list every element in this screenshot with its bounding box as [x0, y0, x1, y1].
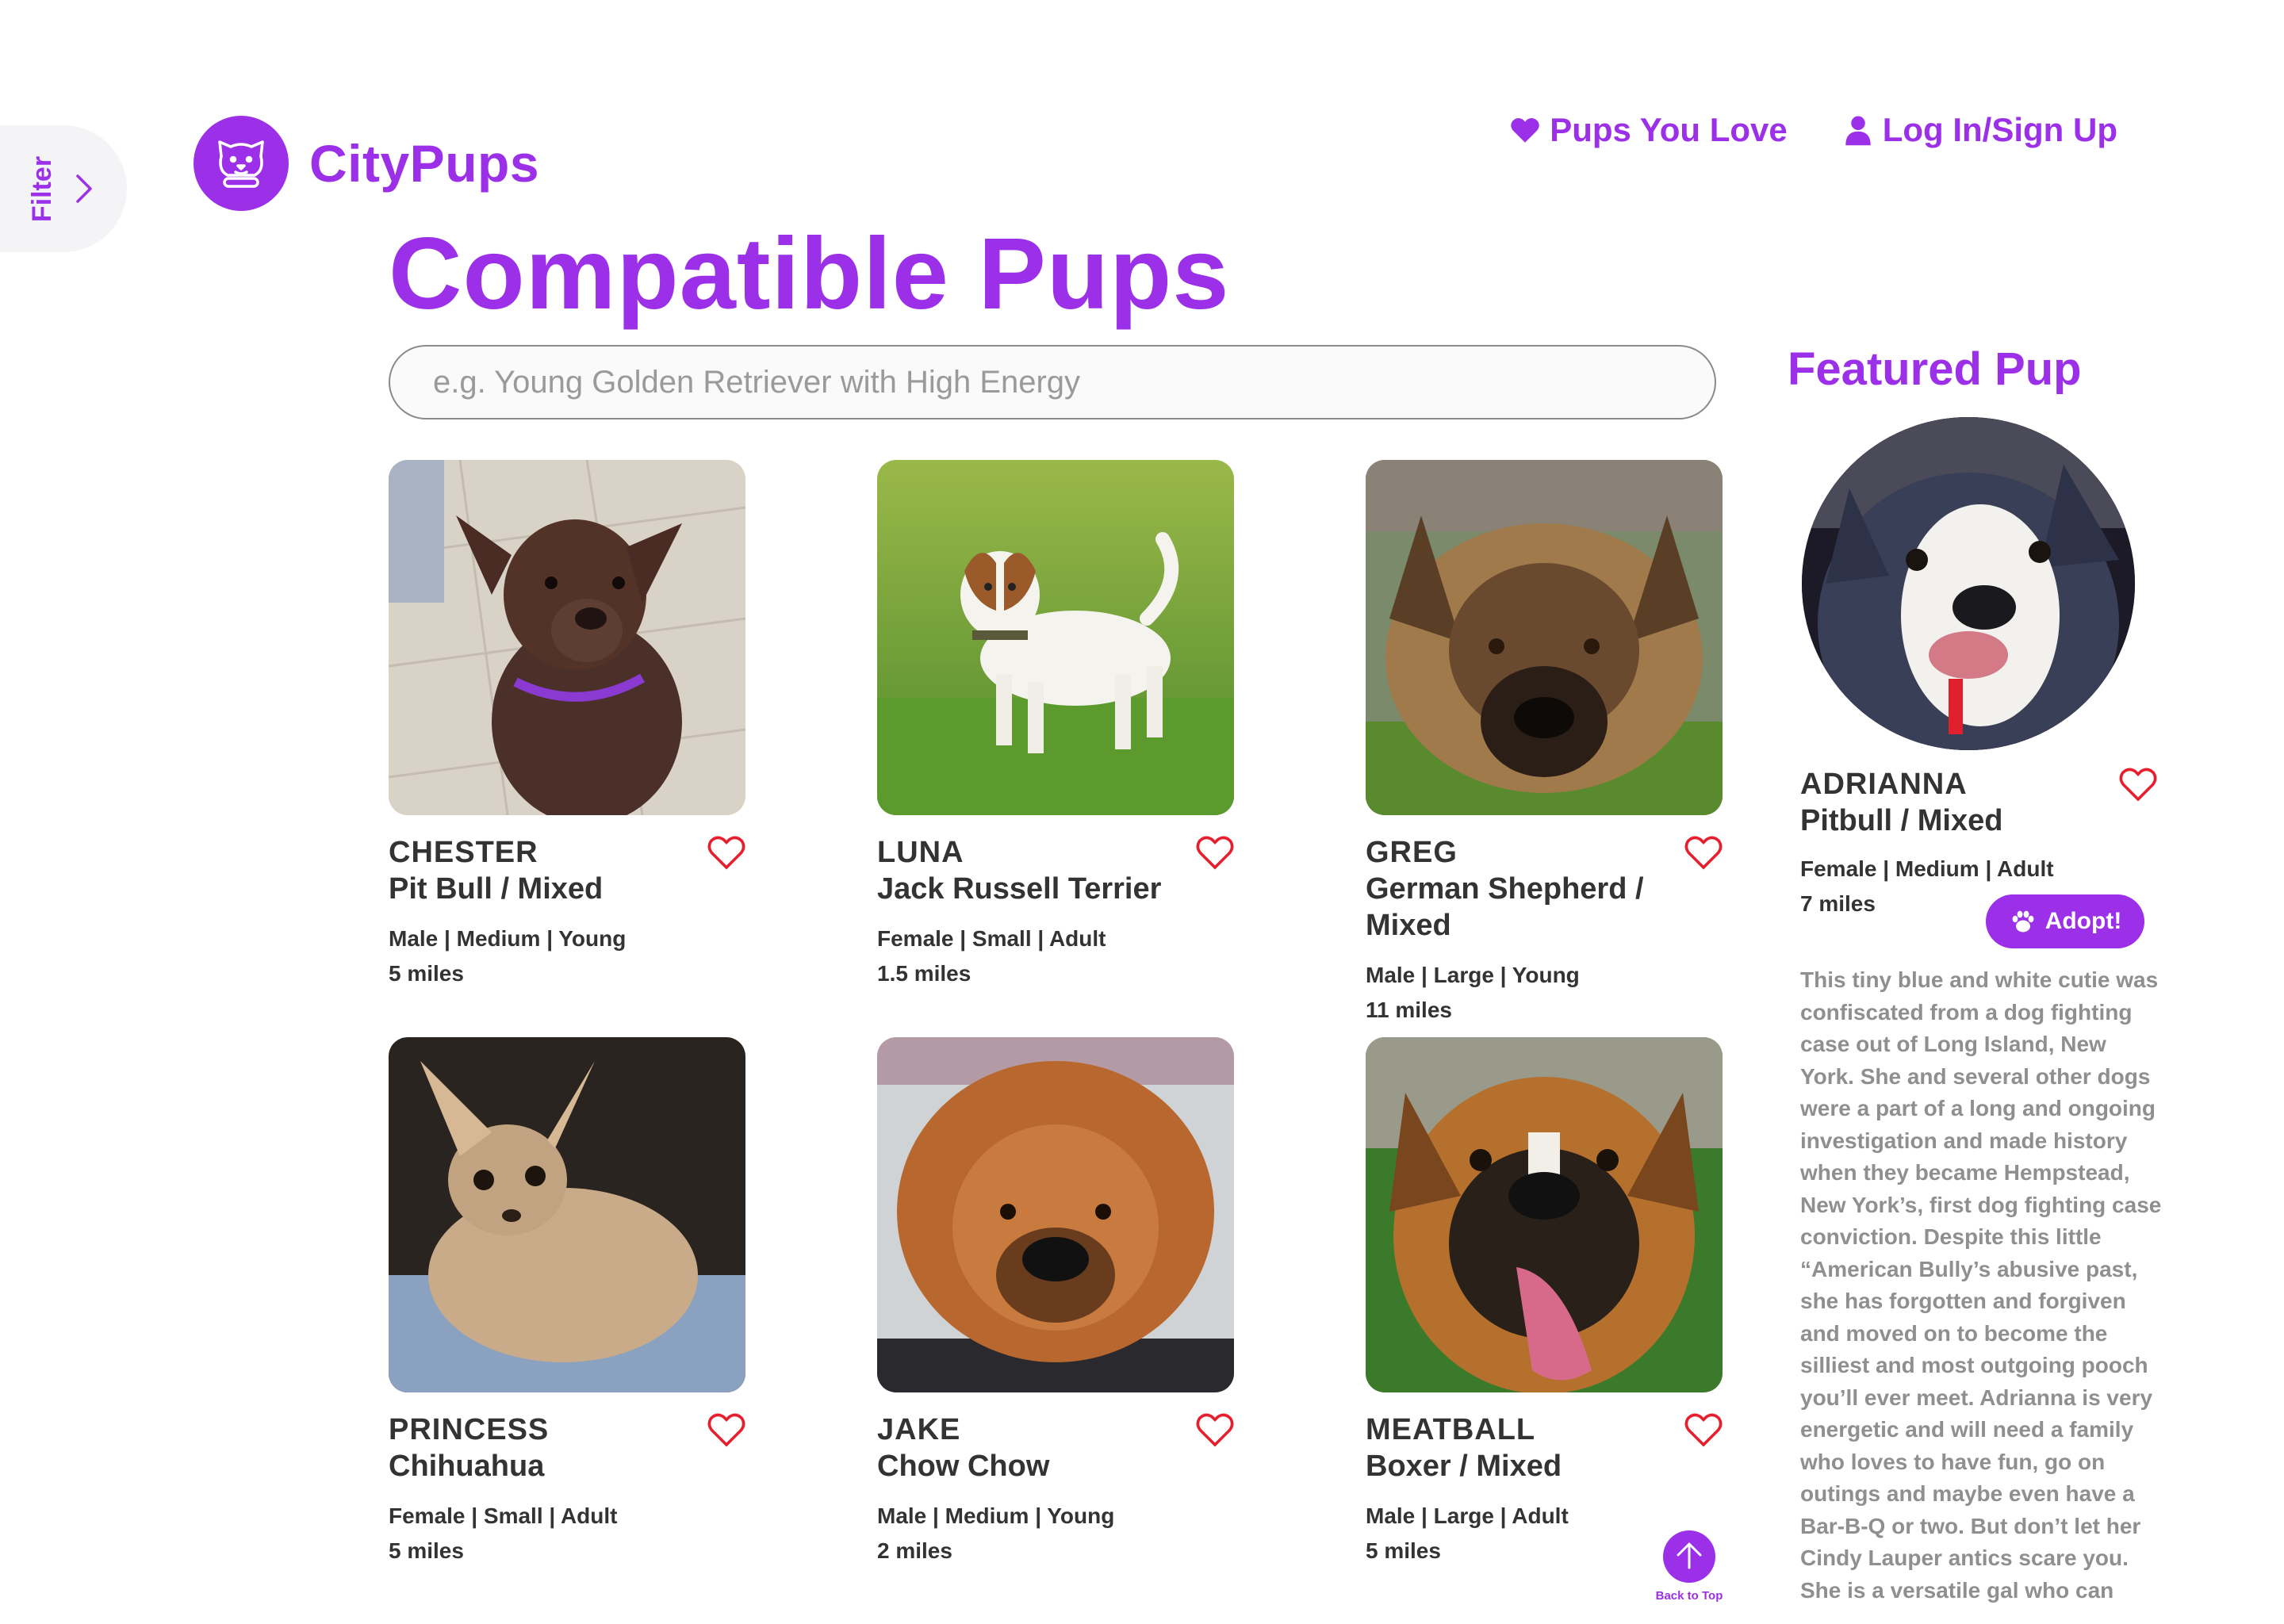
page-title: Compatible Pups: [389, 217, 1230, 331]
featured-description: This tiny blue and white cutie was confi…: [1800, 967, 2162, 1603]
pup-header: PRINCESS Chihuahua: [389, 1411, 745, 1484]
chevron-right-icon: [75, 174, 92, 203]
featured-pup-photo[interactable]: [1802, 417, 2135, 750]
logo[interactable]: CityPups: [194, 116, 539, 211]
pup-photo[interactable]: [389, 1037, 745, 1392]
paw-icon: [2012, 910, 2034, 933]
pup-card[interactable]: JAKE Chow Chow Male | Medium | Young 2 m…: [877, 1037, 1234, 1568]
heart-outline-icon[interactable]: [1683, 833, 1724, 871]
pup-distance: 2 miles: [877, 1538, 952, 1563]
pup-card[interactable]: CHESTER Pit Bull / Mixed Male | Medium |…: [389, 460, 745, 991]
featured-heading: Featured Pup: [1788, 343, 2082, 395]
filter-tab[interactable]: Filter: [0, 125, 127, 252]
heart-outline-icon[interactable]: [2117, 764, 2159, 802]
pup-breed: Chihuahua: [389, 1450, 545, 1483]
top-nav: Pups You Love Log In/Sign Up: [1508, 111, 2117, 149]
pup-name: JAKE: [877, 1413, 961, 1446]
pup-card[interactable]: MEATBALL Boxer / Mixed Male | Large | Ad…: [1366, 1037, 1723, 1568]
pup-photo[interactable]: [877, 1037, 1234, 1392]
pup-header: CHESTER Pit Bull / Mixed: [389, 834, 745, 907]
pup-breed: Pit Bull / Mixed: [389, 872, 604, 906]
arrow-up-icon: [1663, 1530, 1715, 1583]
back-to-top-label: Back to Top: [1655, 1589, 1723, 1603]
nav-login-signup[interactable]: Log In/Sign Up: [1841, 111, 2117, 149]
pup-stats: Male | Medium | Young: [877, 1503, 1115, 1528]
pup-stats: Male | Large | Young: [1366, 963, 1580, 987]
pup-breed: Jack Russell Terrier: [877, 872, 1162, 906]
pup-header: JAKE Chow Chow: [877, 1411, 1234, 1484]
adopt-button-label: Adopt!: [2044, 908, 2122, 934]
pup-header: LUNA Jack Russell Terrier: [877, 834, 1234, 907]
pup-distance: 5 miles: [389, 1538, 464, 1563]
heart-outline-icon[interactable]: [1194, 1410, 1236, 1448]
featured-pup-breed: Pitbull / Mixed: [1800, 804, 2003, 837]
filter-label: Filter: [27, 155, 58, 222]
pup-breed: Chow Chow: [877, 1450, 1050, 1483]
pup-card[interactable]: PRINCESS Chihuahua Female | Small | Adul…: [389, 1037, 745, 1568]
pup-name: LUNA: [877, 836, 964, 869]
back-to-top-button[interactable]: Back to Top: [1650, 1530, 1729, 1603]
heart-outline-icon[interactable]: [1683, 1410, 1724, 1448]
pup-distance: 1.5 miles: [877, 961, 971, 986]
pup-card[interactable]: LUNA Jack Russell Terrier Female | Small…: [877, 460, 1234, 991]
pup-photo[interactable]: [1366, 1037, 1723, 1392]
pup-photo[interactable]: [389, 460, 745, 815]
featured-header: ADRIANNA Pitbull / Mixed: [1800, 766, 2157, 839]
pup-photo[interactable]: [877, 460, 1234, 815]
nav-pups-you-love[interactable]: Pups You Love: [1508, 111, 1788, 149]
pup-card[interactable]: GREG German Shepherd / Mixed Male | Larg…: [1366, 460, 1723, 1028]
heart-icon: [1511, 118, 1539, 143]
heart-outline-icon[interactable]: [1194, 833, 1236, 871]
pup-distance: 11 miles: [1366, 998, 1452, 1022]
pup-stats: Male | Large | Adult: [1366, 1503, 1569, 1528]
nav-login-signup-label: Log In/Sign Up: [1882, 111, 2117, 148]
pup-photo[interactable]: [1366, 460, 1723, 815]
pup-name: CHESTER: [389, 836, 538, 869]
pup-distance: 5 miles: [389, 961, 464, 986]
user-icon: [1845, 116, 1871, 146]
search-input[interactable]: [389, 345, 1716, 419]
pup-stats: Female | Small | Adult: [389, 1503, 618, 1528]
heart-outline-icon[interactable]: [706, 833, 747, 871]
pup-name: GREG: [1366, 836, 1458, 869]
pup-header: MEATBALL Boxer / Mixed: [1366, 1411, 1723, 1484]
pup-name: MEATBALL: [1366, 1413, 1536, 1446]
pup-breed: German Shepherd / Mixed: [1366, 872, 1644, 942]
heart-outline-icon[interactable]: [706, 1410, 747, 1448]
pup-stats: Female | Small | Adult: [877, 926, 1106, 951]
featured-pup-stats: Female | Medium | Adult: [1800, 856, 2054, 881]
pup-header: GREG German Shepherd / Mixed: [1366, 834, 1723, 944]
brand-name: CityPups: [309, 134, 540, 193]
pup-stats: Male | Medium | Young: [389, 926, 627, 951]
featured-pup-name: ADRIANNA: [1800, 768, 1968, 801]
pup-name: PRINCESS: [389, 1413, 550, 1446]
nav-pups-you-love-label: Pups You Love: [1550, 111, 1788, 148]
dog-logo-icon: [194, 116, 289, 211]
adopt-button[interactable]: Adopt!: [1986, 894, 2144, 948]
pup-breed: Boxer / Mixed: [1366, 1450, 1562, 1483]
